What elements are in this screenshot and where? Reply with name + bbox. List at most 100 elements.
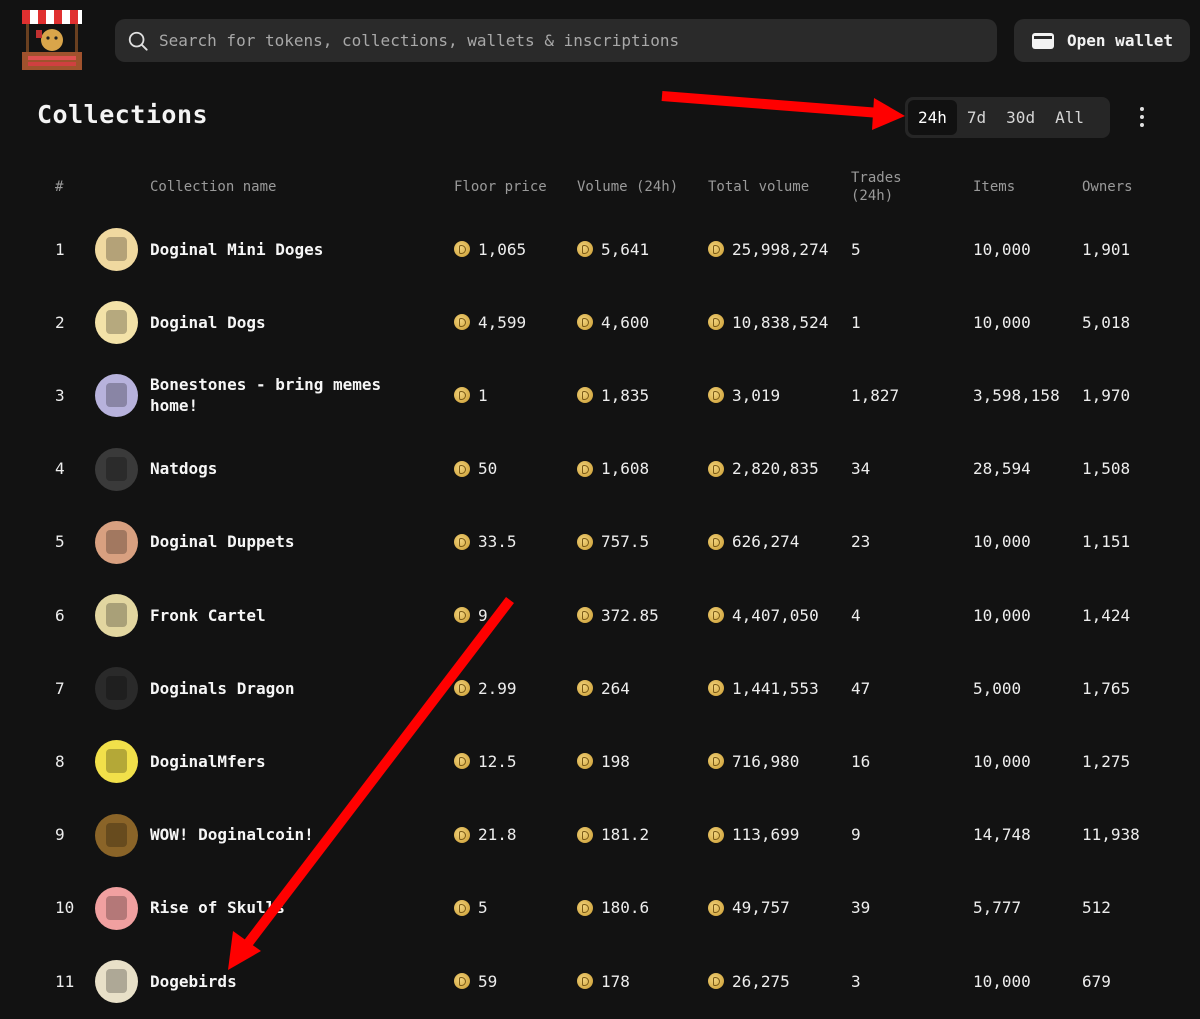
owners-cell-text: 11,938 [1082,825,1140,845]
range-tab-24h[interactable]: 24h [908,100,957,135]
floor-price-cell-text: 1,065 [478,239,527,259]
dogecoin-icon [577,387,593,404]
volume-cell-text: 757.5 [601,532,650,552]
column-header-items[interactable]: Items [973,178,1015,196]
avatar-pixel-art [106,456,127,481]
owners-cell: 1,901 [1082,213,1130,285]
total-volume-cell: 716,980 [708,725,799,797]
total-volume-cell: 25,998,274 [708,213,828,285]
annotation-arrowhead-24h [872,98,905,130]
trades-cell-text: 3 [851,971,861,991]
search-input[interactable] [159,31,979,50]
items-cell-text: 10,000 [973,971,1031,991]
owners-cell: 1,765 [1082,652,1130,724]
table-row[interactable]: 5 Doginal Duppets 33.5 757.5 626,274 23 10,000… [0,506,1200,579]
floor-price-cell: 2.99 [454,652,517,724]
table-row[interactable]: 4 Natdogs 50 1,608 2,820,835 34 28,594 1,508 [0,433,1200,506]
total-volume-cell: 10,838,524 [708,286,828,358]
total-volume-cell-text: 716,980 [732,751,800,771]
volume-cell-text: 181.2 [601,825,650,845]
volume-cell-text: 264 [601,678,630,698]
total-volume-cell: 49,757 [708,872,790,944]
owners-cell-text: 1,765 [1082,678,1131,698]
collection-name[interactable]: DoginalMfers [150,725,420,797]
collection-name[interactable]: Dogebirds [150,945,420,1017]
collection-name[interactable]: Doginal Duppets [150,506,420,578]
collection-name-text: Doginal Dogs [150,312,266,332]
collection-avatar[interactable] [95,594,138,637]
range-tab-all[interactable]: All [1045,100,1094,135]
total-volume-cell: 3,019 [708,359,780,431]
rank-cell-text: 6 [55,605,65,625]
total-volume-cell: 113,699 [708,799,799,871]
items-cell: 28,594 [973,433,1031,505]
column-header-trades[interactable]: Trades (24h) [851,169,921,205]
items-cell: 10,000 [973,725,1031,797]
column-header-name[interactable]: Collection name [150,178,276,196]
column-header-owners[interactable]: Owners [1082,178,1133,196]
items-cell-text: 10,000 [973,605,1031,625]
owners-cell-text: 5,018 [1082,312,1131,332]
volume-cell: 1,608 [577,433,649,505]
rank-cell-text: 5 [55,532,65,552]
collection-avatar[interactable] [95,813,138,857]
range-tab-30d[interactable]: 30d [996,100,1045,135]
table-row[interactable]: 10 Rise of Skulls 5 180.6 49,757 39 5,777 512 [0,872,1200,945]
trades-cell-text: 4 [851,605,861,625]
more-options-icon[interactable] [1132,104,1152,130]
rank-cell-text: 2 [55,312,65,332]
collection-name[interactable]: Doginal Dogs [150,286,420,358]
column-header-floor[interactable]: Floor price [454,178,547,196]
open-wallet-button[interactable]: Open wallet [1014,19,1190,62]
column-header-volume[interactable]: Volume (24h) [577,178,678,196]
collection-name[interactable]: Doginals Dragon [150,652,420,724]
table-row[interactable]: 8 DoginalMfers 12.5 198 716,980 16 10,000 1,275 [0,725,1200,798]
table-row[interactable]: 2 Doginal Dogs 4,599 4,600 10,838,524 1 10,000… [0,286,1200,359]
collection-avatar[interactable] [95,520,138,564]
total-volume-cell-text: 1,441,553 [732,678,819,698]
collection-name[interactable]: WOW! Doginalcoin! [150,799,420,871]
collection-avatar[interactable] [95,960,138,1003]
rank-cell: 9 [55,799,65,871]
collection-avatar[interactable] [95,667,138,711]
collection-avatar[interactable] [95,228,138,271]
avatar-pixel-art [106,895,127,920]
rank-cell: 10 [55,872,74,944]
column-header-total-volume[interactable]: Total volume [708,178,809,196]
rank-cell: 3 [55,359,65,431]
table-row[interactable]: 1 Doginal Mini Doges 1,065 5,641 25,998,274 5… [0,213,1200,286]
avatar-pixel-art [106,237,127,261]
trades-cell: 4 [851,579,861,651]
total-volume-cell-text: 3,019 [732,385,781,405]
dogecoin-icon [708,607,724,623]
collection-name[interactable]: Fronk Cartel [150,579,420,651]
collection-avatar[interactable] [95,447,138,491]
table-row[interactable]: 7 Doginals Dragon 2.99 264 1,441,553 47 5,000 1… [0,652,1200,725]
collection-name[interactable]: Doginal Mini Doges [150,213,420,285]
table-row[interactable]: 11 Dogebirds 59 178 26,275 3 10,000 679 [0,945,1200,1018]
collection-avatar[interactable] [95,886,138,930]
doge-shop-logo[interactable] [18,6,86,74]
collection-name[interactable]: Natdogs [150,433,420,505]
collection-avatar[interactable] [95,740,138,784]
volume-cell-text: 372.85 [601,605,659,625]
avatar-pixel-art [106,529,127,554]
trades-cell: 39 [851,872,870,944]
collection-avatar[interactable] [95,374,138,418]
search-bar[interactable] [115,19,997,62]
collection-name-text: Doginal Duppets [150,532,295,552]
rank-cell-text: 9 [55,825,65,845]
range-tab-7d[interactable]: 7d [957,100,996,135]
rank-cell-text: 3 [55,385,65,405]
collection-name[interactable]: Rise of Skulls [150,872,420,944]
collection-name[interactable]: Bonestones - bring memes home! [150,359,420,431]
table-row[interactable]: 6 Fronk Cartel 9 372.85 4,407,050 4 10,000 1,42… [0,579,1200,652]
dogecoin-icon [454,899,470,916]
collection-avatar[interactable] [95,301,138,345]
table-row[interactable]: 9 WOW! Doginalcoin! 21.8 181.2 113,699 9 14,74… [0,799,1200,872]
trades-cell: 3 [851,945,861,1017]
items-cell-text: 5,777 [973,898,1022,918]
table-row[interactable]: 3 Bonestones - bring memes home! 1 1,835 3,0… [0,359,1200,432]
annotation-arrow-to-24h [661,91,881,118]
owners-cell: 1,508 [1082,433,1130,505]
